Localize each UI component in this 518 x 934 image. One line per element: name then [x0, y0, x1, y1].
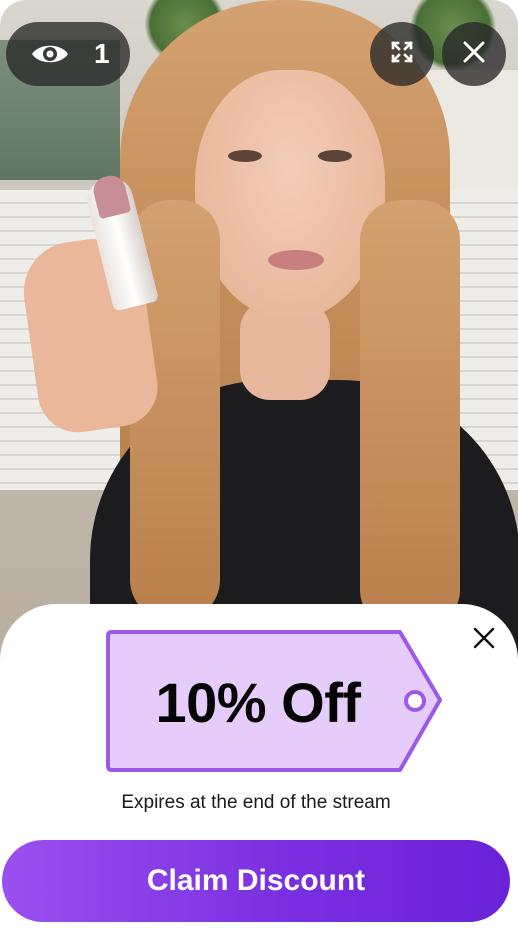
presenter-eye-left — [228, 150, 262, 162]
viewer-count: 1 — [94, 38, 110, 69]
fullscreen-button[interactable] — [370, 22, 434, 86]
presenter-mouth — [268, 250, 324, 270]
expiry-text: Expires at the end of the stream — [121, 792, 391, 813]
live-video[interactable] — [0, 0, 518, 660]
expand-icon — [390, 40, 414, 69]
presenter-face — [195, 70, 385, 320]
discount-title: 10% Off — [155, 671, 362, 734]
close-icon — [473, 627, 495, 654]
presenter-eye-right — [318, 150, 352, 162]
close-icon — [463, 41, 485, 68]
close-offer-button[interactable] — [466, 622, 502, 658]
tag-hole — [404, 690, 426, 712]
claim-discount-button[interactable]: Claim Discount — [2, 840, 510, 922]
presenter-hair-right — [360, 200, 460, 630]
viewer-count-badge: 1 — [6, 22, 130, 86]
live-stream-player: 1 10% Off Expires at the end of the stre… — [0, 0, 518, 934]
eye-icon — [30, 34, 70, 74]
close-stream-button[interactable] — [442, 22, 506, 86]
